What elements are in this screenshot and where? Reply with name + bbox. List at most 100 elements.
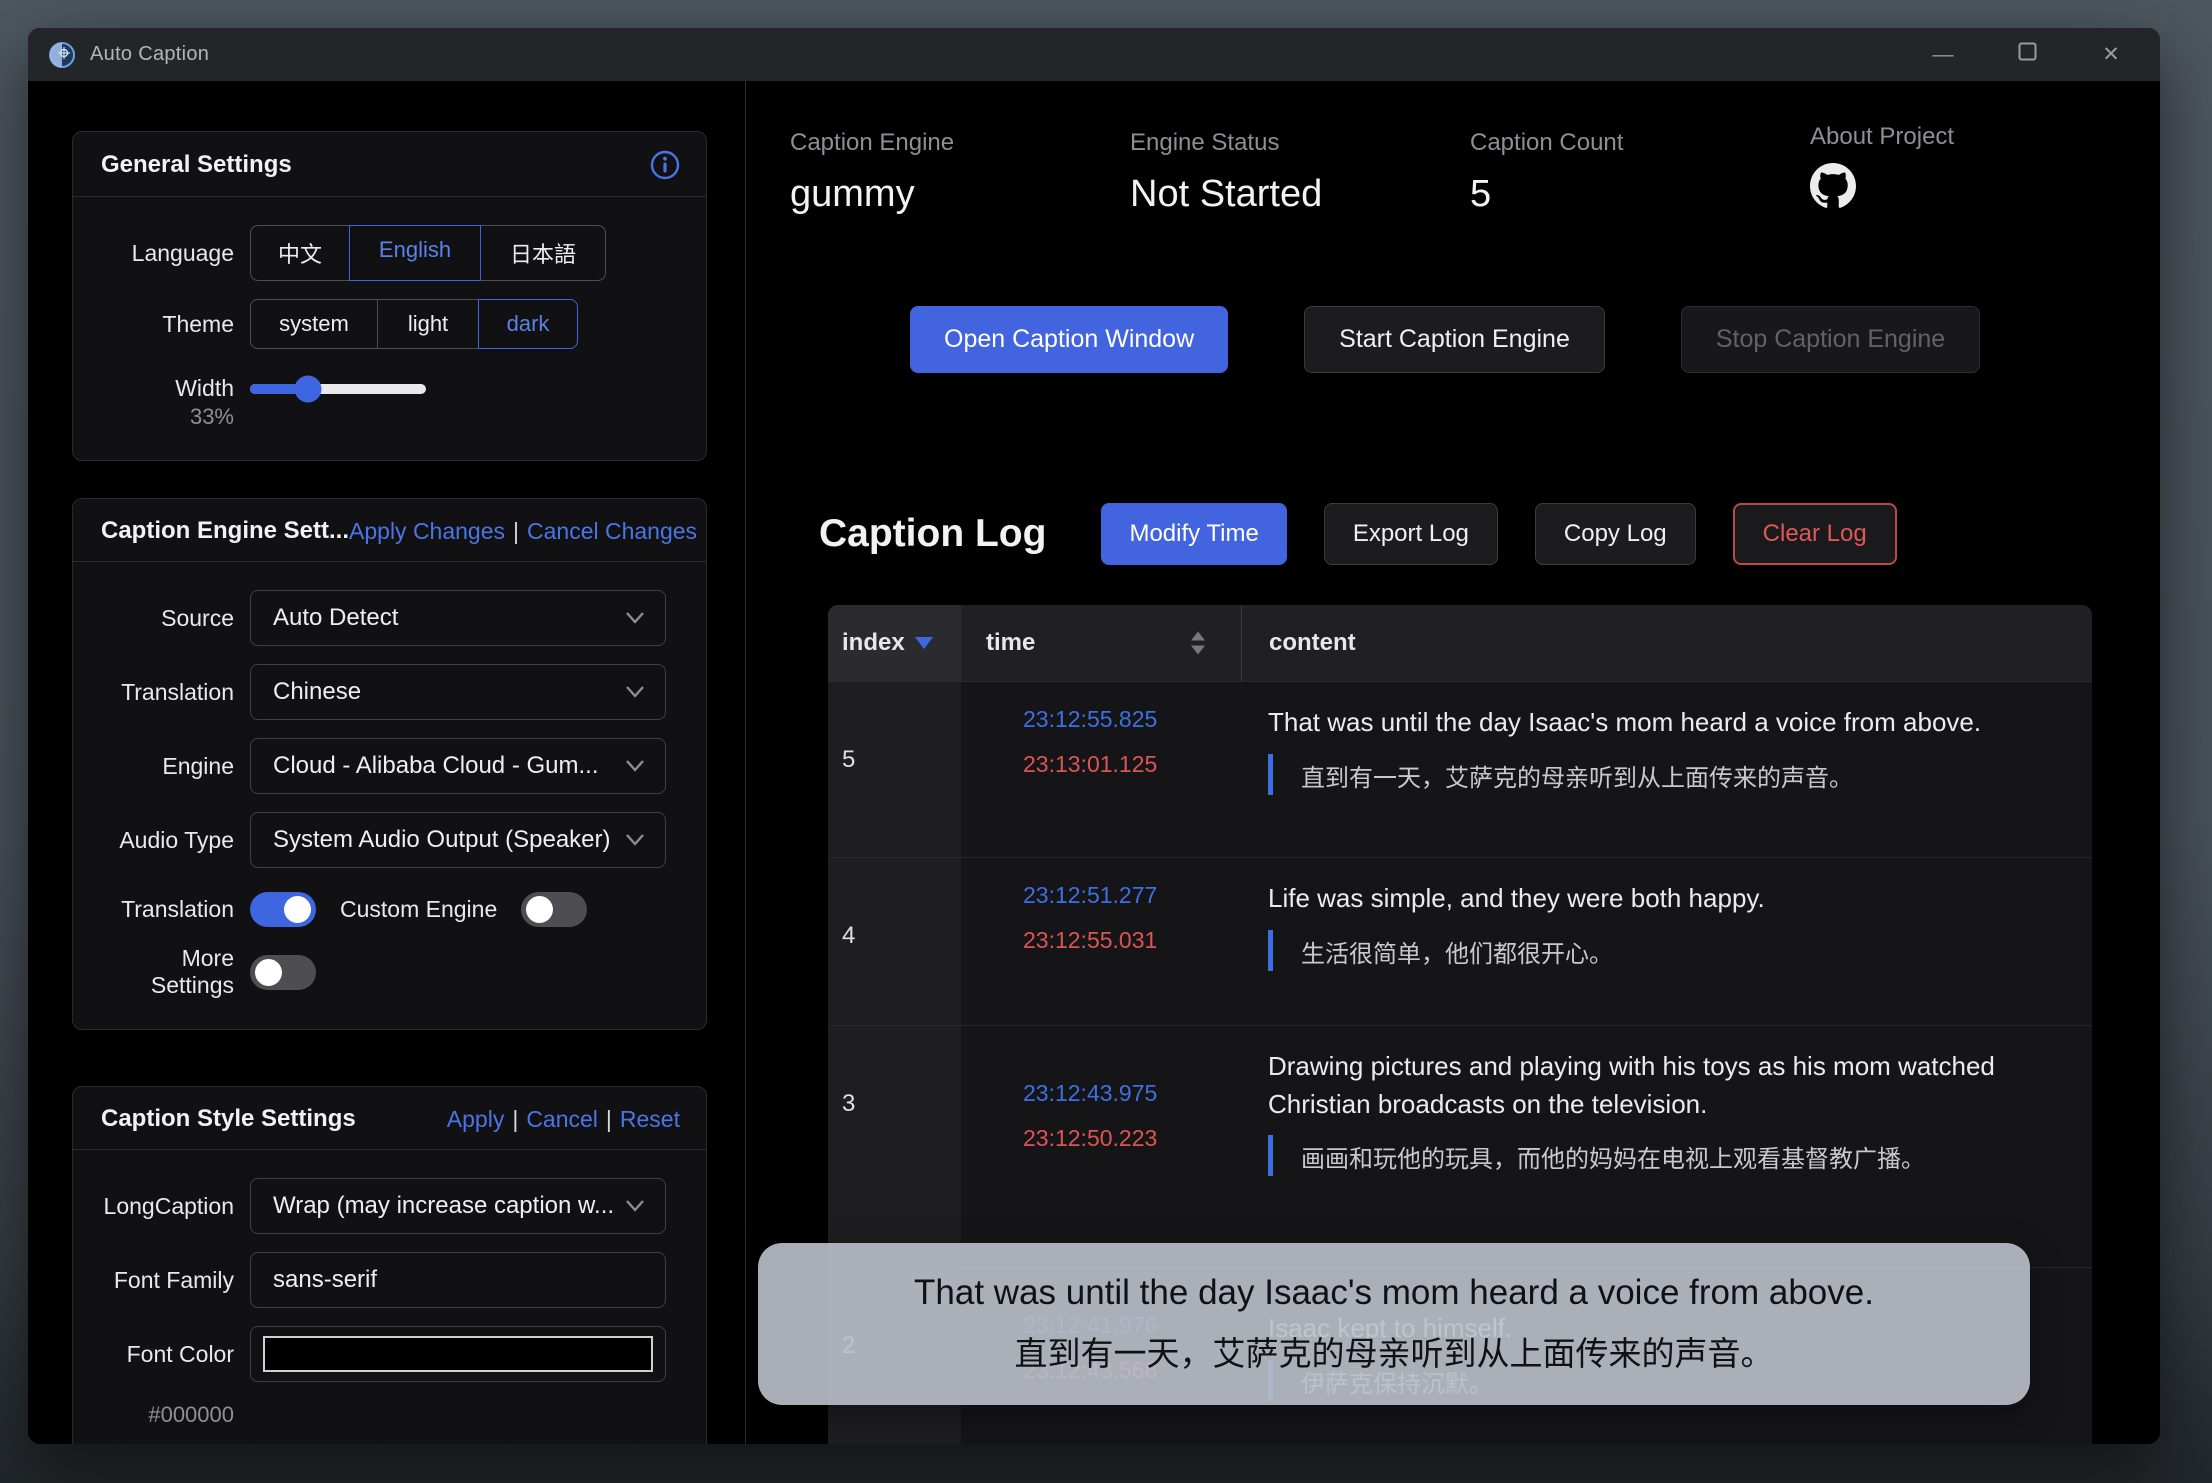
audio-type-select[interactable]: System Audio Output (Speaker)	[250, 812, 666, 868]
font-color-hex: #000000	[101, 1402, 234, 1428]
chevron-down-icon	[625, 611, 645, 625]
language-option-ja[interactable]: 日本語	[480, 225, 606, 281]
style-reset-link[interactable]: Reset	[620, 1106, 680, 1132]
end-time: 23:12:55.031	[1023, 929, 1241, 952]
row-time: 23:12:43.975 23:12:50.223	[961, 1026, 1241, 1267]
maximize-button[interactable]	[2012, 42, 2042, 67]
theme-option-system[interactable]: system	[250, 299, 378, 349]
start-time: 23:12:43.975	[1023, 1082, 1241, 1105]
engine-status-stat-value: Not Started	[1130, 173, 1470, 216]
export-log-button[interactable]: Export Log	[1324, 503, 1498, 565]
caption-translation: 直到有一天，艾萨克的母亲听到从上面传来的声音。	[1273, 752, 1853, 797]
modify-time-button[interactable]: Modify Time	[1101, 503, 1286, 565]
sort-icons	[1191, 632, 1205, 655]
theme-option-dark[interactable]: dark	[478, 299, 578, 349]
custom-engine-toggle[interactable]	[521, 892, 587, 927]
general-settings-title: General Settings	[101, 151, 292, 179]
stop-caption-engine-button[interactable]: Stop Caption Engine	[1681, 306, 1980, 373]
translation-select[interactable]: Chinese	[250, 664, 666, 720]
caption-overlay-window[interactable]: That was until the day Isaac's mom heard…	[758, 1243, 2030, 1405]
row-content: Drawing pictures and playing with his to…	[1241, 1026, 2092, 1267]
cancel-changes-link[interactable]: Cancel Changes	[527, 518, 697, 544]
caption-text: Life was simple, and they were both happ…	[1268, 880, 2062, 918]
window-title: Auto Caption	[90, 43, 1928, 66]
open-caption-window-button[interactable]: Open Caption Window	[910, 306, 1228, 373]
clear-log-button[interactable]: Clear Log	[1733, 503, 1897, 565]
about-project-label: About Project	[1810, 123, 2150, 151]
source-select[interactable]: Auto Detect	[250, 590, 666, 646]
status-row: Caption Engine gummy Engine Status Not S…	[746, 81, 2160, 216]
row-time: 23:12:51.277 23:12:55.031	[961, 858, 1241, 1025]
link-separator: |	[513, 518, 519, 544]
font-color-swatch	[263, 1336, 653, 1372]
engine-select[interactable]: Cloud - Alibaba Cloud - Gum...	[250, 738, 666, 794]
time-column-header[interactable]: time	[961, 605, 1241, 681]
caption-engine-stat-value: gummy	[790, 173, 1130, 216]
width-value: 33%	[101, 404, 234, 430]
start-time: 23:12:51.277	[1023, 884, 1241, 907]
engine-action-buttons: Open Caption Window Start Caption Engine…	[910, 306, 2160, 373]
index-column-header[interactable]: index	[828, 605, 961, 681]
apply-changes-link[interactable]: Apply Changes	[349, 518, 505, 544]
source-label: Source	[101, 605, 234, 632]
audio-type-label: Audio Type	[101, 827, 234, 854]
caption-translation: 画画和玩他的玩具，而他的妈妈在电视上观看基督教广播。	[1273, 1133, 1925, 1178]
link-separator: |	[512, 1106, 518, 1132]
overlay-caption-text: That was until the day Isaac's mom heard…	[914, 1273, 1874, 1313]
engine-label: Engine	[101, 753, 234, 780]
style-cancel-link[interactable]: Cancel	[526, 1106, 598, 1132]
translation-select-label: Translation	[101, 679, 234, 706]
main-area: Caption Engine gummy Engine Status Not S…	[746, 81, 2160, 1444]
language-option-en[interactable]: English	[349, 225, 481, 281]
chevron-down-icon	[625, 833, 645, 847]
minimize-button[interactable]: —	[1928, 43, 1958, 67]
width-label: Width	[101, 375, 234, 402]
close-button[interactable]: ✕	[2096, 42, 2126, 67]
language-segmented-control: 中文 English 日本語	[250, 225, 680, 281]
chevron-down-icon	[625, 685, 645, 699]
more-settings-toggle[interactable]	[250, 955, 316, 990]
font-color-label: Font Color	[101, 1341, 234, 1368]
custom-engine-label: Custom Engine	[340, 896, 497, 923]
app-window: Auto Caption — ✕ General Settings	[28, 28, 2160, 1444]
table-row: 5 23:12:55.825 23:13:01.125 That was unt…	[828, 682, 2092, 858]
caption-text: That was until the day Isaac's mom heard…	[1268, 704, 2062, 742]
font-family-input[interactable]: sans-serif	[250, 1252, 666, 1308]
end-time: 23:12:50.223	[1023, 1127, 1241, 1150]
long-caption-select[interactable]: Wrap (may increase caption w...	[250, 1178, 666, 1234]
general-settings-panel: General Settings Language 中文 English 日本語	[72, 131, 707, 461]
start-time: 23:12:55.825	[1023, 708, 1241, 731]
github-icon[interactable]	[1810, 163, 1856, 209]
table-row: 3 23:12:43.975 23:12:50.223 Drawing pict…	[828, 1026, 2092, 1268]
font-color-picker[interactable]	[250, 1326, 666, 1382]
style-apply-link[interactable]: Apply	[447, 1106, 505, 1132]
caption-engine-settings-title: Caption Engine Sett...	[101, 517, 349, 545]
engine-status-stat-label: Engine Status	[1130, 129, 1470, 157]
copy-log-button[interactable]: Copy Log	[1535, 503, 1696, 565]
title-bar: Auto Caption — ✕	[28, 28, 2160, 81]
width-slider-knob[interactable]	[295, 375, 322, 402]
translation-toggle-label: Translation	[101, 896, 234, 923]
link-separator: |	[606, 1106, 612, 1132]
row-index: 5	[828, 682, 961, 857]
caption-count-stat-label: Caption Count	[1470, 129, 1810, 157]
app-globe-icon	[48, 41, 76, 69]
caption-log-title: Caption Log	[819, 512, 1046, 556]
translation-toggle[interactable]	[250, 892, 316, 927]
caption-log-header: Caption Log Modify Time Export Log Copy …	[819, 503, 2160, 565]
theme-segmented-control: system light dark	[250, 299, 680, 349]
chevron-down-icon	[625, 759, 645, 773]
sort-desc-icon	[915, 637, 933, 649]
start-caption-engine-button[interactable]: Start Caption Engine	[1304, 306, 1605, 373]
caption-text: Drawing pictures and playing with his to…	[1268, 1048, 1998, 1123]
width-slider[interactable]	[250, 384, 426, 394]
language-option-zh[interactable]: 中文	[250, 225, 350, 281]
caption-count-stat-value: 5	[1470, 173, 1810, 216]
more-settings-label: More Settings	[101, 945, 234, 999]
settings-sidebar: General Settings Language 中文 English 日本語	[28, 81, 746, 1444]
theme-label: Theme	[101, 311, 234, 338]
theme-option-light[interactable]: light	[377, 299, 479, 349]
caption-style-settings-title: Caption Style Settings	[101, 1105, 356, 1133]
row-content: Life was simple, and they were both happ…	[1241, 858, 2092, 1025]
info-icon[interactable]	[650, 150, 680, 180]
